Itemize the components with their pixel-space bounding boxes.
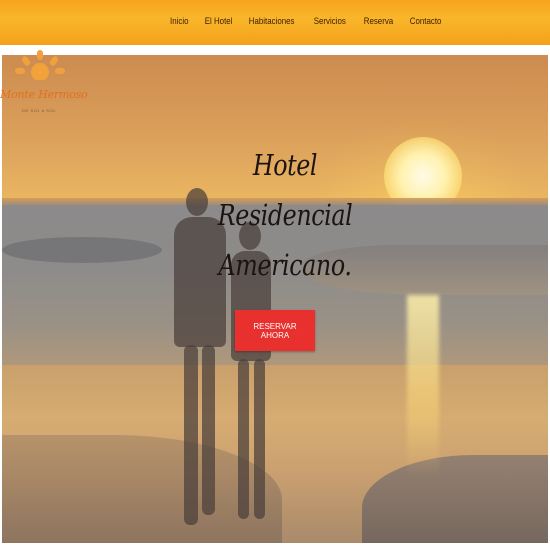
reserve-now-button[interactable]: RESERVAR AHORA [235, 310, 315, 351]
nav-link-reserva[interactable]: Reserva [358, 16, 399, 26]
top-navigation-bar: Inicio El Hotel Habitaciones Servicios R… [0, 0, 550, 45]
hero-title: Hotel Residencial Americano. [191, 140, 380, 290]
silhouette-woman-leg [238, 359, 249, 519]
logo-tagline: DE SOL A SOL [22, 108, 57, 113]
nav-link-inicio[interactable]: Inicio [163, 16, 194, 26]
silhouette-man-leg [184, 345, 198, 525]
hero-banner [2, 55, 548, 543]
wave-left [2, 237, 162, 263]
nav-link-habitaciones[interactable]: Habitaciones [243, 16, 300, 26]
main-nav: Inicio El Hotel Habitaciones Servicios R… [163, 16, 453, 26]
silhouette-woman-leg [254, 359, 265, 519]
sun-reflection [407, 295, 439, 475]
nav-divider-strip [0, 45, 550, 55]
bottom-strip [0, 543, 550, 550]
nav-link-el-hotel[interactable]: El Hotel [199, 16, 238, 26]
nav-link-contacto[interactable]: Contacto [404, 16, 447, 26]
sun-logo-icon [15, 50, 65, 80]
hotel-logo[interactable]: Monte Hermoso DE SOL A SOL [0, 50, 88, 130]
logo-name: Monte Hermoso [0, 88, 88, 101]
silhouette-man-leg [202, 345, 215, 515]
nav-link-servicios[interactable]: Servicios [308, 16, 352, 26]
hero-title-line-1: Hotel Residencial [217, 148, 353, 232]
hero-title-line-2: Americano. [218, 248, 352, 282]
